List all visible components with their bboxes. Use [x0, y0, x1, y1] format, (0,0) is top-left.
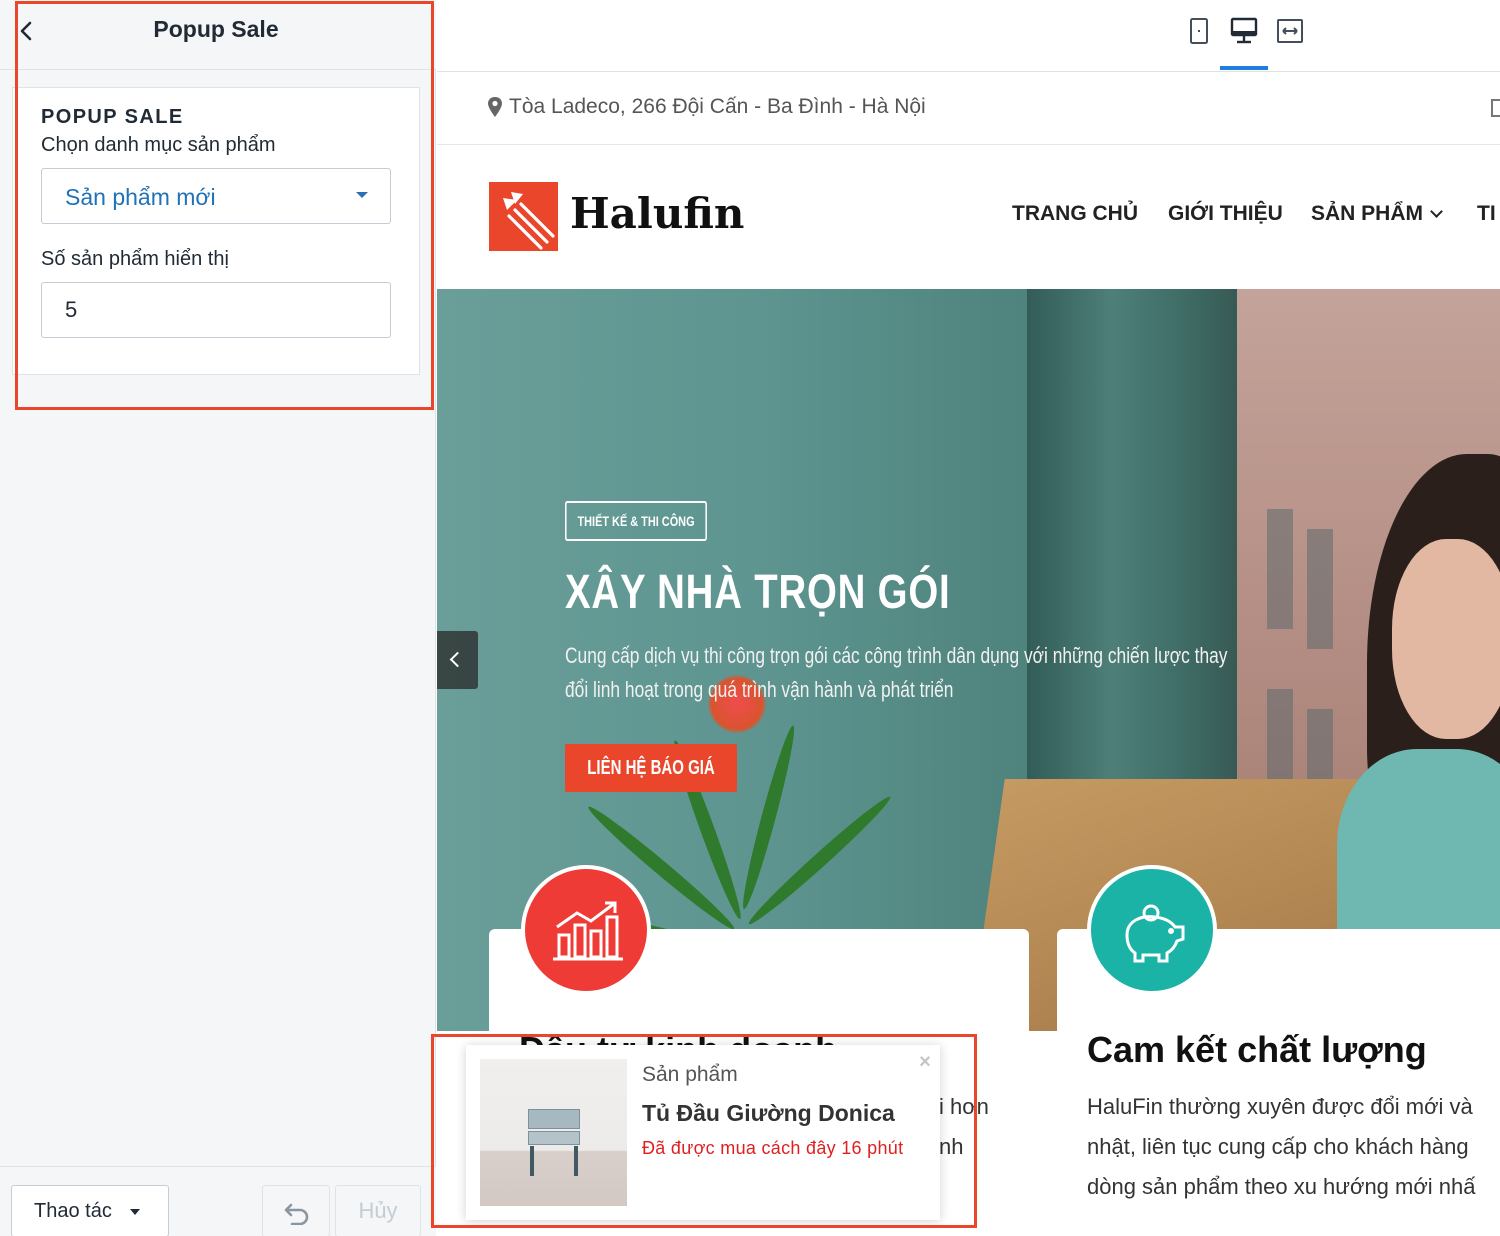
- hero-tag: THIẾT KẾ & THI CÔNG: [565, 501, 708, 541]
- product-image-leg: [530, 1146, 534, 1176]
- section-heading: POPUP SALE: [41, 106, 184, 128]
- nav-label: TI: [1477, 202, 1496, 225]
- popup-product-name[interactable]: Tủ Đầu Giường Donica: [642, 1100, 895, 1127]
- sale-popup[interactable]: Sản phẩm Tủ Đầu Giường Donica Đã được mu…: [466, 1045, 940, 1220]
- site-preview: Tòa Ladeco, 266 Đội Cấn - Ba Đình - Hà N…: [437, 0, 1500, 1236]
- feature-text-line: nh: [939, 1134, 964, 1159]
- hero-bg-person-face: [1392, 539, 1500, 739]
- popup-category: Sản phẩm: [642, 1063, 738, 1086]
- count-label: Số sản phẩm hiển thị: [41, 248, 229, 270]
- cancel-button[interactable]: Hủy: [335, 1185, 421, 1236]
- category-label: Chọn danh mục sản phẩm: [41, 134, 276, 156]
- hero-cta-label: LIÊN HỆ BÁO GIÁ: [587, 756, 715, 779]
- feature-text-line: HaluFin thường xuyên được đổi mới và: [1087, 1094, 1473, 1119]
- nav-label: TRANG CHỦ: [1012, 202, 1138, 225]
- mobile-icon[interactable]: [1184, 16, 1214, 46]
- logo-text[interactable]: Halufin: [570, 189, 744, 238]
- chart-growth-icon: [521, 865, 651, 995]
- panel-title: Popup Sale: [153, 16, 279, 42]
- hero-bg-window: [1267, 509, 1293, 629]
- fullwidth-icon[interactable]: [1275, 16, 1305, 46]
- nav-item-home[interactable]: TRANG CHỦ: [1012, 202, 1138, 226]
- nav-item-about[interactable]: GIỚI THIỆU: [1168, 202, 1283, 226]
- chevron-left-icon: [449, 651, 466, 668]
- location-pin-icon: [488, 97, 502, 117]
- feature-text-line: nhật, liên tục cung cấp cho khách hàng: [1087, 1134, 1469, 1159]
- actions-button-label: Thao tác: [34, 1199, 112, 1222]
- feature-title: Cam kết chất lượng: [1087, 1029, 1427, 1070]
- undo-icon: [284, 1203, 309, 1225]
- device-toolbar: [437, 0, 1500, 72]
- piggy-bank-icon: [1087, 865, 1217, 995]
- feature-text-line: i hơn: [939, 1094, 989, 1119]
- actions-button[interactable]: Thao tác: [11, 1185, 169, 1236]
- logo-arrows-icon[interactable]: [489, 182, 558, 251]
- popup-product-image[interactable]: [480, 1059, 627, 1206]
- hero-bg-window: [1307, 529, 1333, 649]
- caret-down-icon: [130, 1209, 140, 1215]
- hero-description: Cung cấp dịch vụ thi công trọn gói các c…: [565, 643, 1228, 702]
- product-count-input[interactable]: [41, 282, 391, 338]
- chevron-down-icon: [1430, 205, 1443, 218]
- hero-title: XÂY NHÀ TRỌN GÓI: [565, 566, 951, 619]
- document-icon: [1491, 99, 1500, 117]
- panel-header: Popup Sale: [0, 0, 436, 70]
- feature-text-line: dòng sản phẩm theo xu hướng mới nhấ: [1087, 1174, 1476, 1199]
- site-topbar: Tòa Ladeco, 266 Đội Cấn - Ba Đình - Hà N…: [437, 72, 1500, 145]
- address-text: Tòa Ladeco, 266 Đội Cấn - Ba Đình - Hà N…: [509, 95, 926, 118]
- undo-button[interactable]: [262, 1185, 330, 1236]
- popup-purchase-time: Đã được mua cách đây 16 phút: [642, 1138, 904, 1158]
- nav-item-news[interactable]: TI: [1477, 202, 1496, 226]
- active-device-indicator: [1220, 66, 1268, 70]
- category-select[interactable]: Sản phẩm mới: [41, 168, 391, 224]
- hero-cta-button[interactable]: LIÊN HỆ BÁO GIÁ: [565, 744, 737, 792]
- nav-label: GIỚI THIỆU: [1168, 202, 1283, 225]
- editor-panel: Popup Sale POPUP SALE Chọn danh mục sản …: [0, 0, 436, 1236]
- desktop-icon[interactable]: [1229, 16, 1259, 46]
- close-icon[interactable]: ×: [916, 1052, 934, 1072]
- site-header: Halufin TRANG CHỦ GIỚI THIỆU SẢN PHẨM TI: [437, 145, 1500, 289]
- caret-down-icon: [356, 192, 368, 198]
- nav-item-products[interactable]: SẢN PHẨM: [1311, 202, 1443, 226]
- slider-prev-button[interactable]: [437, 631, 478, 689]
- category-select-value: Sản phẩm mới: [65, 184, 216, 210]
- product-image-leg: [574, 1146, 578, 1176]
- product-image-nightstand: [528, 1109, 580, 1129]
- nav-label: SẢN PHẨM: [1311, 202, 1424, 225]
- panel-footer: Thao tác Hủy: [0, 1166, 436, 1236]
- product-image-drawer: [528, 1131, 580, 1145]
- settings-card: POPUP SALE Chọn danh mục sản phẩm Sản ph…: [12, 87, 420, 375]
